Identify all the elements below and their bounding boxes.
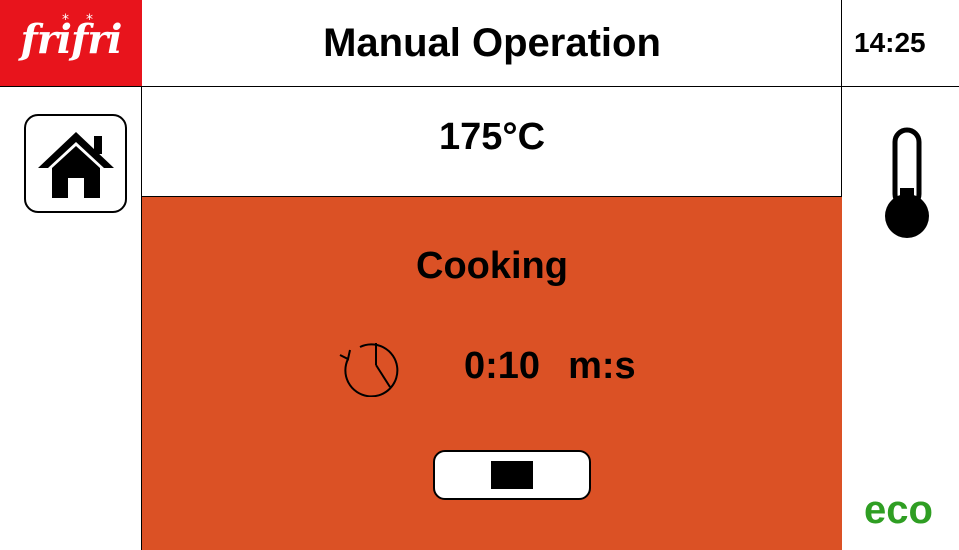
timer-unit: m:s (568, 344, 636, 387)
svg-text:*: * (62, 12, 69, 28)
cooking-status: Cooking (416, 245, 568, 287)
page-title: Manual Operation (323, 20, 661, 65)
brand-logo: frifri * * (0, 0, 142, 86)
home-icon (37, 131, 114, 198)
stop-icon (491, 461, 533, 489)
temperature-display[interactable]: 175°C (142, 86, 842, 197)
thermometer-button[interactable] (880, 126, 938, 242)
eco-mode-label[interactable]: eco (864, 488, 933, 533)
cooking-panel: Cooking 0:10 m:s (142, 197, 842, 550)
stop-button[interactable] (433, 450, 591, 500)
timer-icon (339, 343, 399, 397)
clock-time: 14:25 (854, 27, 926, 58)
home-button[interactable] (24, 114, 127, 213)
timer-row[interactable]: 0:10 m:s (332, 335, 636, 397)
timer-value: 0:10 (464, 344, 541, 387)
svg-text:*: * (86, 12, 93, 28)
logo-stars-icon: * * (62, 12, 93, 28)
thermometer-icon (885, 127, 929, 238)
